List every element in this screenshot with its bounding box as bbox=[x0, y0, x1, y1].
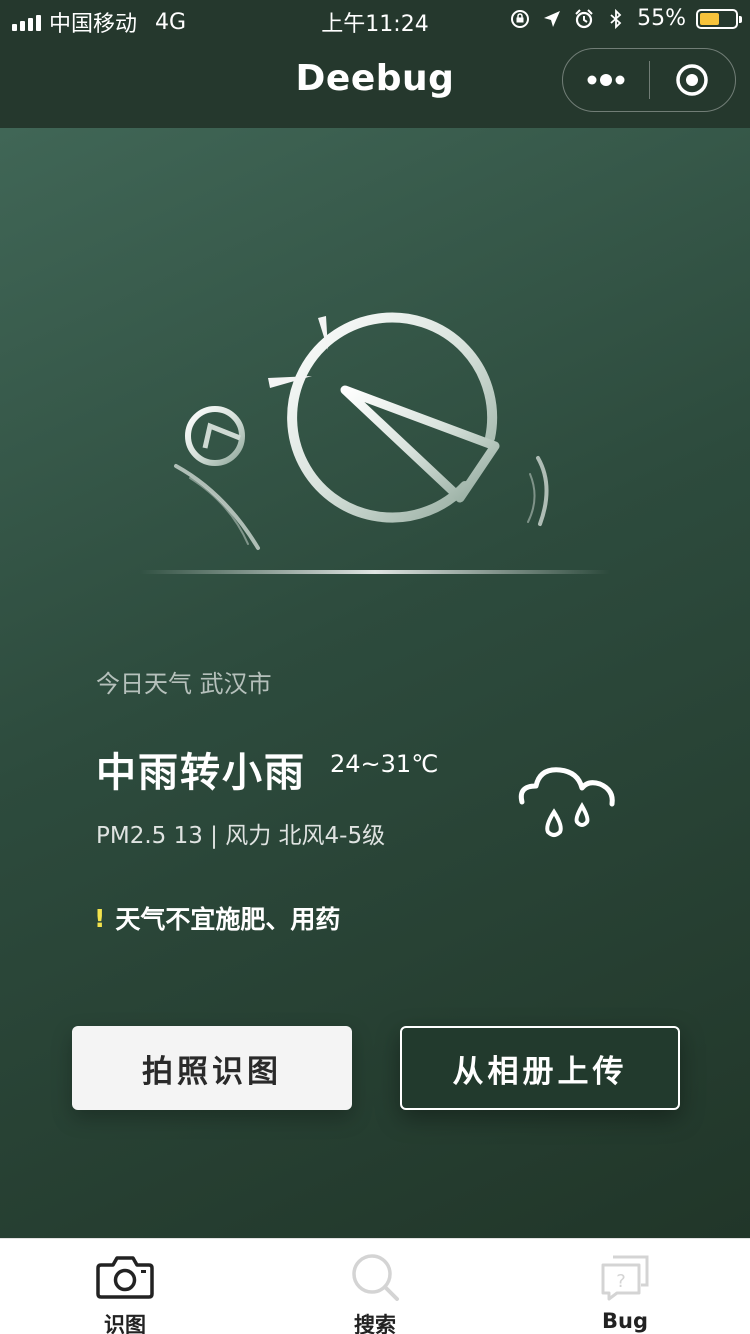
battery-icon bbox=[696, 8, 742, 29]
weather-details: PM2.5 13 | 风力 北风4-5级 bbox=[96, 823, 386, 849]
question-chat-icon: ? bbox=[601, 1255, 649, 1301]
more-dots-icon bbox=[587, 74, 625, 86]
weather-warning: ! 天气不宜施肥、用药 bbox=[94, 900, 340, 936]
rain-cloud-icon bbox=[518, 767, 615, 837]
tab-bug[interactable]: ? Bug bbox=[500, 1239, 750, 1334]
tab-label-search: 搜索 bbox=[354, 1313, 396, 1334]
tab-label-bug: Bug bbox=[602, 1309, 648, 1333]
bottom-tab-bar: 识图 搜索 ? Bug bbox=[0, 1238, 750, 1334]
status-bar: 中国移动 4G 上午11:24 55% bbox=[0, 0, 750, 40]
today-weather-label: 今日天气 武汉市 bbox=[96, 670, 272, 698]
close-button[interactable] bbox=[650, 49, 736, 111]
main-panel: 今日天气 武汉市 中雨转小雨 24~31℃ PM2.5 13 | 风力 北风4-… bbox=[0, 128, 750, 1238]
target-circle-icon bbox=[676, 64, 708, 96]
tab-search[interactable]: 搜索 bbox=[250, 1239, 500, 1334]
battery-percent: 55% bbox=[637, 6, 686, 31]
more-button[interactable] bbox=[563, 49, 649, 111]
upload-from-album-button[interactable]: 从相册上传 bbox=[400, 1026, 680, 1110]
tab-label-identify: 识图 bbox=[104, 1313, 146, 1334]
rotation-lock-icon bbox=[511, 9, 530, 28]
take-photo-button[interactable]: 拍照识图 bbox=[72, 1026, 352, 1110]
tab-identify[interactable]: 识图 bbox=[0, 1239, 250, 1334]
weather-condition: 中雨转小雨 bbox=[96, 750, 306, 796]
mini-program-capsule bbox=[562, 48, 736, 112]
location-arrow-icon bbox=[544, 10, 561, 27]
svg-text:?: ? bbox=[616, 1271, 626, 1292]
camera-icon bbox=[96, 1256, 154, 1299]
bluetooth-icon bbox=[610, 8, 622, 29]
bug-logo-illustration bbox=[140, 312, 610, 574]
alarm-icon bbox=[575, 8, 593, 28]
top-bar: 中国移动 4G 上午11:24 55% Deebug bbox=[0, 0, 750, 128]
status-right: 55% bbox=[509, 6, 742, 31]
battery-fill bbox=[700, 12, 719, 25]
temperature-range: 24~31℃ bbox=[330, 750, 439, 778]
warning-exclamation-icon: ! bbox=[94, 903, 106, 933]
warning-text: 天气不宜施肥、用药 bbox=[115, 905, 341, 934]
search-icon bbox=[352, 1254, 399, 1301]
